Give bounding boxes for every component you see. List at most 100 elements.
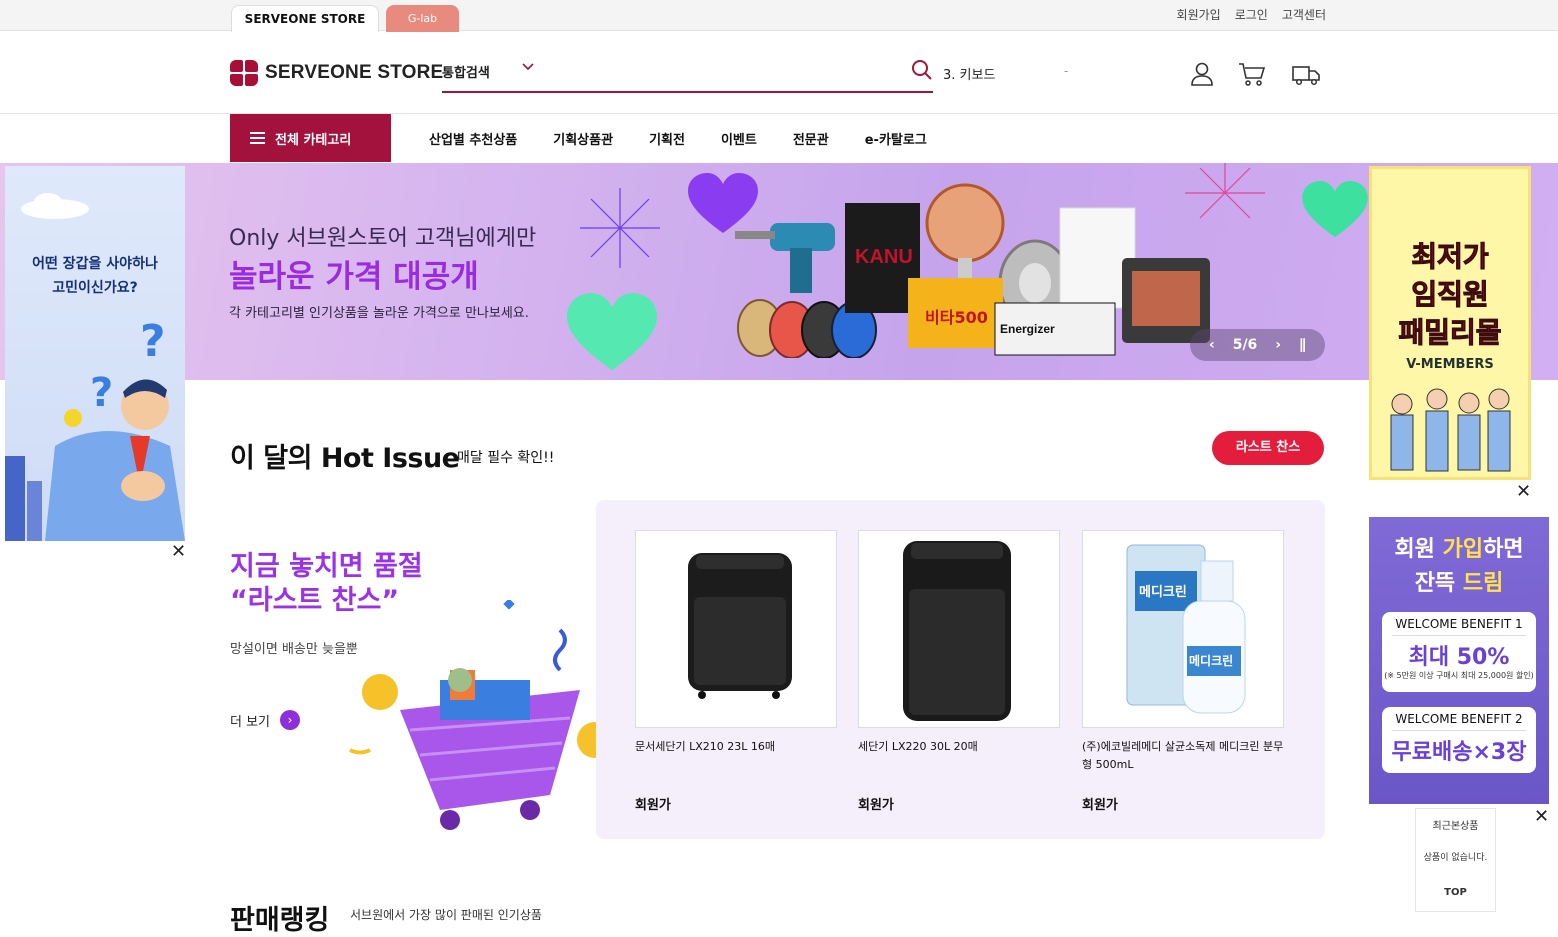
product-card[interactable]: 메디크린 메디크린 (주)에코빌레메디 살균소독제 메디크린 분무형 500mL… <box>1082 530 1284 813</box>
last-chance-button[interactable]: 라스트 찬스 <box>1212 431 1324 465</box>
benefit2-value: 무료배송×3장 <box>1391 740 1527 765</box>
more-label: 더 보기 <box>230 714 271 730</box>
all-categories-label: 전체 카테고리 <box>275 132 352 148</box>
arrow-right-icon: › <box>280 710 301 730</box>
more-link[interactable]: 더 보기 › <box>230 710 301 730</box>
top-button[interactable]: TOP <box>1416 887 1495 898</box>
left-side-ad[interactable]: 어떤 장갑을 사야하나 고민이신가요? ? ? <box>5 166 185 541</box>
logo-text: SERVEONE STORE <box>265 62 444 83</box>
recent-title: 최근본상품 <box>1432 821 1479 832</box>
cloud-decoration <box>21 193 89 219</box>
banner-description: 각 카테고리별 인기상품을 놀라운 가격으로 만나보세요. <box>229 306 529 321</box>
product-image[interactable]: 메디크린 메디크린 <box>1082 530 1284 728</box>
product-price: 회원가 <box>1082 798 1118 813</box>
benefit1-value: 최대 50% <box>1408 645 1510 670</box>
nav-item-event[interactable]: 이벤트 <box>721 129 757 148</box>
product-card[interactable]: 세단기 LX220 30L 20매 회원가 <box>858 530 1060 813</box>
right-side-ad-signup[interactable]: 회원 가입하면 잔뜩 드림 WELCOME BENEFIT 1 최대 50% (… <box>1369 517 1549 804</box>
pause-icon[interactable]: ∥ <box>1299 337 1306 353</box>
right-side-ad-vmembers[interactable]: 최저가 임직원 패밀리몰 V-MEMBERS <box>1369 166 1531 480</box>
tab-serveone-store[interactable]: SERVEONE STORE <box>231 5 379 32</box>
left-ad-text: 어떤 장갑을 사야하나 고민이신가요? <box>32 256 158 296</box>
close-right-ad1-icon[interactable]: ✕ <box>1516 483 1531 501</box>
top-utility-bar: SERVEONE STORE G-lab 회원가입 로그인 고객센터 <box>0 0 1558 32</box>
right-ad2-heading: 회원 가입하면 잔뜩 드림 <box>1369 533 1549 601</box>
recently-viewed-box: 최근본상품 상품이 없습니다. TOP <box>1415 808 1496 912</box>
benefit2-title: WELCOME BENEFIT 2 <box>1392 707 1526 731</box>
product-name[interactable]: 문서세단기 LX210 23L 16매 <box>635 738 837 778</box>
green-heart-icon <box>567 293 657 371</box>
nav-item-industry[interactable]: 산업별 추천상품 <box>429 129 517 148</box>
right-ad2-head1-pre: 회원 <box>1394 537 1443 562</box>
keyword-separator: - <box>1064 64 1069 78</box>
nav-item-specialty[interactable]: 전문관 <box>793 129 829 148</box>
nav-item-exhibition[interactable]: 기획전 <box>649 129 685 148</box>
menu-icon <box>250 132 265 144</box>
benefit1-title: WELCOME BENEFIT 1 <box>1392 612 1526 636</box>
recent-empty: 상품이 없습니다. <box>1423 853 1488 863</box>
site-logo[interactable]: SERVEONE STORE <box>230 60 443 86</box>
top-links: 회원가입 로그인 고객센터 <box>1177 6 1326 23</box>
banner-page-count: 5/6 <box>1232 337 1258 353</box>
search-input[interactable] <box>542 61 902 85</box>
all-categories-button[interactable]: 전체 카테고리 <box>230 114 391 162</box>
svg-text:?: ? <box>90 370 113 416</box>
cheering-people-illustration <box>1390 388 1511 472</box>
welcome-benefit-1: WELCOME BENEFIT 1 최대 50% (※ 5만원 이상 구매시 최… <box>1382 612 1536 692</box>
cart-icon[interactable] <box>1237 60 1267 88</box>
chevron-right-icon[interactable]: › <box>1275 337 1281 353</box>
green-heart-icon <box>1302 181 1368 238</box>
shopping-cart-illustration <box>349 600 610 830</box>
product-name[interactable]: 세단기 LX220 30L 20매 <box>858 738 1060 778</box>
kanu-box-label: KANU <box>855 246 913 268</box>
medicrin-label-1: 메디크린 <box>1139 584 1187 600</box>
product-image[interactable] <box>635 530 837 728</box>
delivery-truck-icon[interactable] <box>1291 60 1321 88</box>
disinfectant-image: 메디크린 메디크린 <box>1126 544 1246 714</box>
chevron-left-icon[interactable]: ‹ <box>1209 337 1215 353</box>
vita500-label: 비타500 <box>925 308 988 327</box>
hot-issue-subtitle: 매달 필수 확인!! <box>457 450 555 466</box>
right-ad2-head1-post: 하면 <box>1483 537 1524 562</box>
banner-headline: 놀라운 가격 대공개 <box>229 259 479 295</box>
signup-link[interactable]: 회원가입 <box>1177 6 1221 23</box>
close-left-ad-icon[interactable]: ✕ <box>171 543 186 561</box>
product-image[interactable] <box>858 530 1060 728</box>
ranking-title: 판매랭킹 <box>230 905 330 936</box>
search-icon[interactable] <box>911 59 933 81</box>
search-category-select[interactable]: 통합검색 <box>442 62 490 81</box>
banner-pager: ‹ 5/6 › ∥ <box>1190 329 1325 361</box>
right-ad2-head1-hi: 가입 <box>1442 537 1484 562</box>
product-price: 회원가 <box>858 798 894 813</box>
firework-decoration <box>580 188 660 268</box>
energizer-label: Energizer <box>1000 322 1055 336</box>
right-ad1-brand: V-MEMBERS <box>1406 357 1494 372</box>
customer-center-link[interactable]: 고객센터 <box>1282 6 1326 23</box>
welcome-benefit-2: WELCOME BENEFIT 2 무료배송×3장 <box>1382 707 1536 773</box>
benefit1-note: (※ 5만원 이상 구매시 최대 25,000원 할인) <box>1384 671 1534 680</box>
hot-issue-title: 이 달의 Hot Issue <box>230 443 460 474</box>
main-banner[interactable]: Only 서브원스토어 고객님에게만 놀라운 가격 대공개 각 카테고리별 인기… <box>0 163 1558 380</box>
medicrin-label-2: 메디크린 <box>1189 653 1233 668</box>
product-card[interactable]: 문서세단기 LX210 23L 16매 회원가 <box>635 530 837 813</box>
logo-icon <box>230 60 258 86</box>
right-ad1-line2: 임직원 <box>1411 278 1489 312</box>
banner-line1: Only 서브원스토어 고객님에게만 <box>229 226 537 251</box>
chevron-down-icon[interactable] <box>522 61 534 76</box>
search-bar: 통합검색 <box>442 57 933 93</box>
nav-item-e-catalog[interactable]: e-카탈로그 <box>865 129 927 148</box>
shredder-image <box>903 541 1011 721</box>
login-link[interactable]: 로그인 <box>1235 6 1268 23</box>
close-right-ad2-icon[interactable]: ✕ <box>1534 808 1549 826</box>
svg-text:?: ? <box>140 316 166 367</box>
product-name[interactable]: (주)에코빌레메디 살균소독제 메디크린 분무형 500mL <box>1082 738 1284 778</box>
right-ad2-head2-hi: 드림 <box>1462 571 1504 596</box>
popular-keyword[interactable]: 3. 키보드 <box>943 64 995 83</box>
user-icon[interactable] <box>1187 60 1217 88</box>
nav-item-planned-products[interactable]: 기획상품관 <box>553 129 613 148</box>
right-ad2-head2-pre: 잔뜩 <box>1414 571 1463 596</box>
tab-g-lab[interactable]: G-lab <box>386 5 459 32</box>
shredder-image <box>688 553 792 699</box>
main-nav: 산업별 추천상품 기획상품관 기획전 이벤트 전문관 e-카탈로그 <box>411 114 963 162</box>
thinking-man-illustration: ? ? <box>5 316 185 541</box>
